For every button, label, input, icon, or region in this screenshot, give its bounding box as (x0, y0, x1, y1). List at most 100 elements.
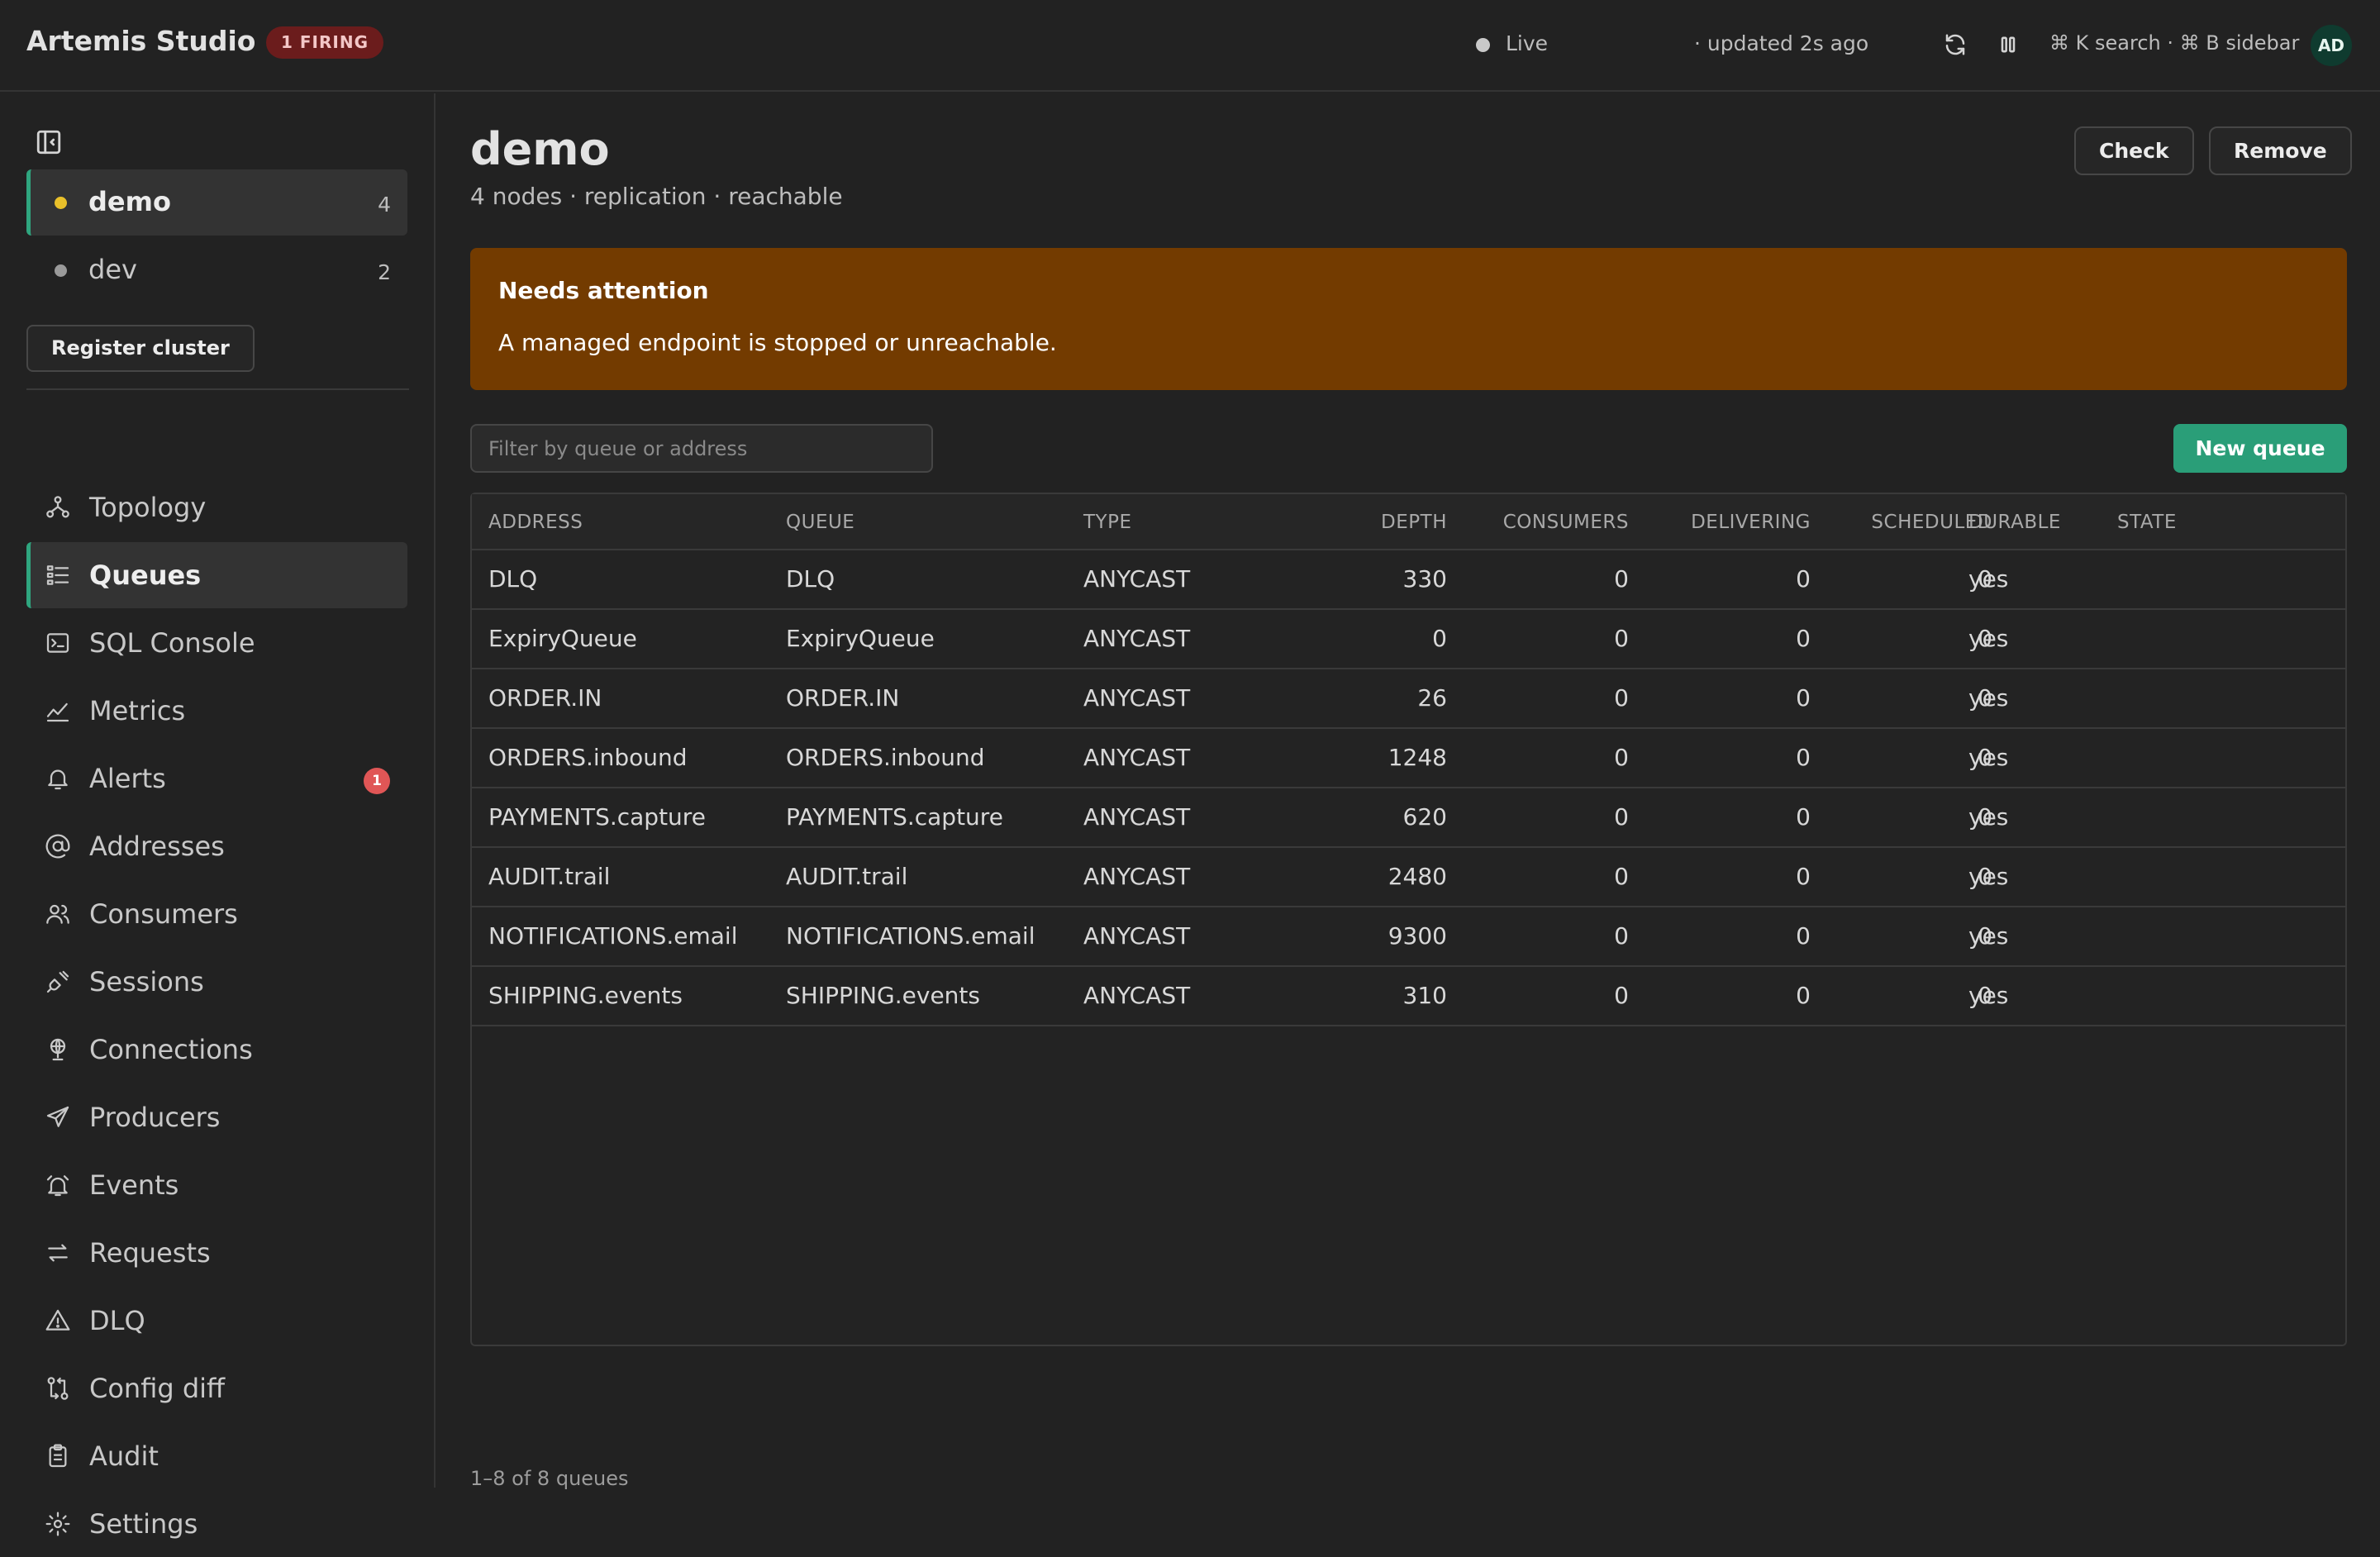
firing-badge[interactable]: 1 FIRING (266, 26, 383, 59)
cell-address: AUDIT.trail (488, 863, 611, 890)
refresh-button[interactable] (1939, 28, 1972, 61)
cell-type: ANYCAST (1083, 863, 1191, 890)
cell-depth: 2480 (1388, 863, 1447, 890)
send-icon (46, 1106, 69, 1127)
sidebar-item-topology[interactable]: Topology (26, 474, 407, 540)
queues-icon (46, 565, 69, 585)
warning-icon (45, 1309, 70, 1331)
table-row[interactable]: ORDERS.inbound ORDERS.inbound ANYCAST 1248 0… (472, 729, 2345, 788)
cell-consumers: 0 (1614, 625, 1629, 652)
globe-icon (50, 1038, 66, 1061)
sidebar-item-consumers[interactable]: Consumers (26, 881, 407, 947)
sidebar-item-alerts[interactable]: Alerts 1 (26, 745, 407, 812)
check-button[interactable]: Check (2074, 126, 2194, 175)
metrics-icon (46, 702, 69, 722)
page-subtitle: 4 nodes · replication · reachable (470, 183, 843, 210)
new-queue-button[interactable]: New queue (2173, 424, 2347, 473)
cluster-node-count: 2 (378, 260, 391, 284)
column-header-queue[interactable]: QUEUE (786, 494, 854, 550)
column-header-type[interactable]: TYPE (1083, 494, 1132, 550)
filter-input[interactable] (470, 424, 933, 473)
cell-type: ANYCAST (1083, 744, 1191, 771)
column-header-consumers[interactable]: CONSUMERS (1439, 494, 1629, 550)
sidebar-item-settings[interactable]: Settings (26, 1491, 407, 1557)
sidebar-item-addresses[interactable]: Addresses (26, 813, 407, 879)
sidebar-item-label: SQL Console (89, 627, 255, 659)
cell-consumers: 0 (1614, 565, 1629, 593)
cell-durable: yes (1968, 863, 2009, 890)
cell-type: ANYCAST (1083, 684, 1191, 712)
column-header-delivering[interactable]: DELIVERING (1621, 494, 1811, 550)
cluster-status-dot (55, 264, 67, 277)
cell-consumers: 0 (1614, 863, 1629, 890)
table-row[interactable]: SHIPPING.events SHIPPING.events ANYCAST 310… (472, 967, 2345, 1026)
table-row[interactable]: NOTIFICATIONS.email NOTIFICATIONS.email AN… (472, 907, 2345, 967)
cell-address: DLQ (488, 565, 538, 593)
cell-scheduled: 0 (1978, 744, 1992, 771)
sidebar-item-label: Settings (89, 1508, 198, 1540)
sidebar-item-label: Requests (89, 1237, 211, 1269)
cell-queue: ExpiryQueue (786, 625, 935, 652)
table-row[interactable]: AUDIT.trail AUDIT.trail ANYCAST 2480 0 0 0 yes (472, 848, 2345, 907)
table-row[interactable]: ExpiryQueue ExpiryQueue ANYCAST 0 0 0 0 yes (472, 610, 2345, 669)
collapse-sidebar-button[interactable] (35, 128, 63, 156)
page-title: demo (470, 123, 610, 175)
sidebar-divider (26, 388, 409, 390)
cluster-name: dev (88, 254, 137, 285)
sidebar-item-connections[interactable]: Connections (26, 1017, 407, 1083)
register-cluster-button[interactable]: Register cluster (26, 325, 255, 372)
remove-button[interactable]: Remove (2209, 126, 2352, 175)
cluster-item-dev[interactable]: dev 2 (26, 237, 407, 303)
table-row[interactable]: DLQ DLQ ANYCAST 330 0 0 0 yes (472, 550, 2345, 610)
cell-durable: yes (1968, 684, 2009, 712)
main-content: demo 4 nodes · replication · reachable C… (437, 93, 2380, 1490)
column-header-durable[interactable]: DURABLE (1968, 494, 2061, 550)
cell-depth: 310 (1402, 982, 1447, 1009)
sidebar-item-audit[interactable]: Audit (26, 1423, 407, 1489)
keyboard-shortcuts-hint: ⌘ K search · ⌘ B sidebar (2049, 31, 2300, 55)
column-header-depth[interactable]: DEPTH (1298, 494, 1447, 550)
sidebar-item-sessions[interactable]: Sessions (26, 949, 407, 1015)
topology-icon (46, 496, 69, 518)
sidebar-item-events[interactable]: Events (26, 1152, 407, 1218)
alarm-icon (46, 1175, 69, 1197)
sidebar-item-config-diff[interactable]: Config diff (26, 1355, 407, 1421)
sidebar-item-producers[interactable]: Producers (26, 1084, 407, 1150)
cell-queue: DLQ (786, 565, 835, 593)
sidebar-item-label: Consumers (89, 898, 238, 930)
cell-durable: yes (1968, 744, 2009, 771)
table-row[interactable]: PAYMENTS.capture PAYMENTS.capture ANYCAST 6… (472, 788, 2345, 848)
terminal-icon (46, 633, 69, 653)
cell-address: SHIPPING.events (488, 982, 683, 1009)
cell-address: ORDER.IN (488, 684, 602, 712)
column-header-address[interactable]: ADDRESS (488, 494, 583, 550)
cell-depth: 620 (1402, 803, 1447, 831)
cluster-item-demo[interactable]: demo 4 (26, 169, 407, 236)
column-header-scheduled[interactable]: SCHEDULED (1802, 494, 1992, 550)
cell-queue: PAYMENTS.capture (786, 803, 1003, 831)
cell-consumers: 0 (1614, 803, 1629, 831)
cell-scheduled: 0 (1978, 625, 1992, 652)
sidebar-item-requests[interactable]: Requests (26, 1220, 407, 1286)
sidebar-item-label: Producers (89, 1102, 221, 1133)
cell-type: ANYCAST (1083, 982, 1191, 1009)
sidebar-item-metrics[interactable]: Metrics (26, 678, 407, 744)
sidebar-item-label: Connections (89, 1034, 253, 1065)
cell-delivering: 0 (1796, 803, 1811, 831)
cell-scheduled: 0 (1978, 803, 1992, 831)
pause-button[interactable] (1992, 28, 2025, 61)
sidebar-item-sql-console[interactable]: SQL Console (26, 610, 407, 676)
sidebar-item-queues[interactable]: Queues (26, 542, 407, 608)
needs-attention-banner: Needs attention A managed endpoint is st… (470, 248, 2347, 390)
column-header-state[interactable]: STATE (2117, 494, 2177, 550)
table-row[interactable]: ORDER.IN ORDER.IN ANYCAST 26 0 0 0 yes (472, 669, 2345, 729)
user-avatar[interactable]: AD (2311, 25, 2352, 66)
sidebar-item-dlq[interactable]: DLQ (26, 1288, 407, 1354)
pause-icon (2001, 36, 2016, 53)
cell-queue: AUDIT.trail (786, 863, 908, 890)
bell-icon (48, 769, 68, 790)
cell-type: ANYCAST (1083, 922, 1191, 950)
cell-consumers: 0 (1614, 684, 1629, 712)
cell-queue: NOTIFICATIONS.email (786, 922, 1035, 950)
cell-depth: 0 (1432, 625, 1447, 652)
